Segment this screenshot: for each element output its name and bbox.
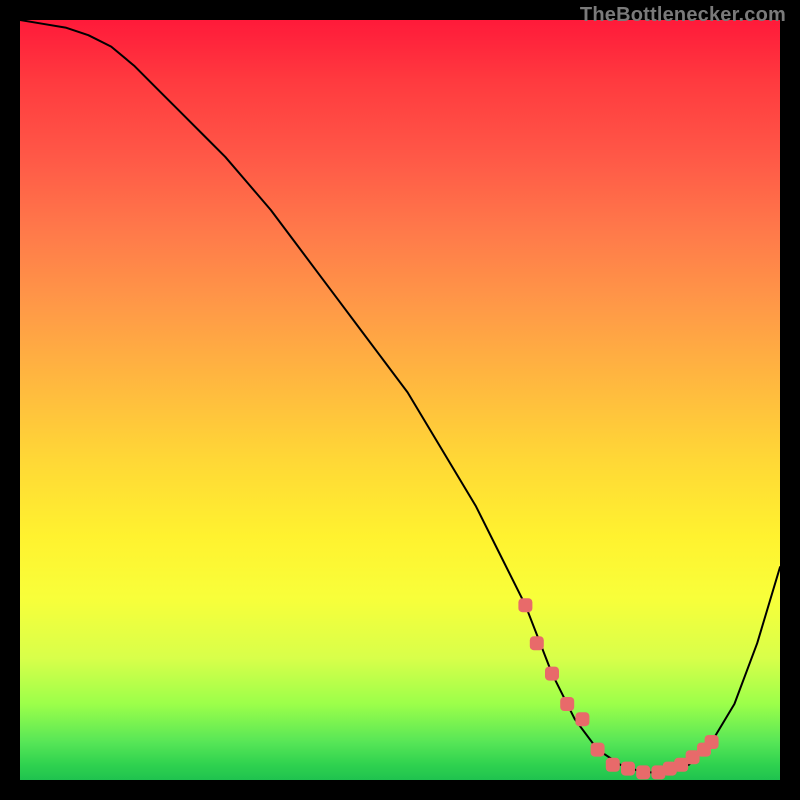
- highlight-marker: [591, 743, 605, 757]
- bottleneck-curve: [20, 20, 780, 772]
- highlight-marker: [530, 636, 544, 650]
- highlight-marker: [518, 598, 532, 612]
- chart-container: TheBottlenecker.com: [0, 0, 800, 800]
- highlight-marker: [606, 758, 620, 772]
- chart-svg: [20, 20, 780, 780]
- highlight-marker: [575, 712, 589, 726]
- plot-background: [20, 20, 780, 780]
- highlight-marker: [705, 735, 719, 749]
- highlight-markers: [518, 598, 718, 779]
- highlight-marker: [560, 697, 574, 711]
- highlight-marker: [621, 762, 635, 776]
- highlight-marker: [636, 765, 650, 779]
- highlight-marker: [545, 667, 559, 681]
- watermark-label: TheBottlenecker.com: [580, 4, 786, 27]
